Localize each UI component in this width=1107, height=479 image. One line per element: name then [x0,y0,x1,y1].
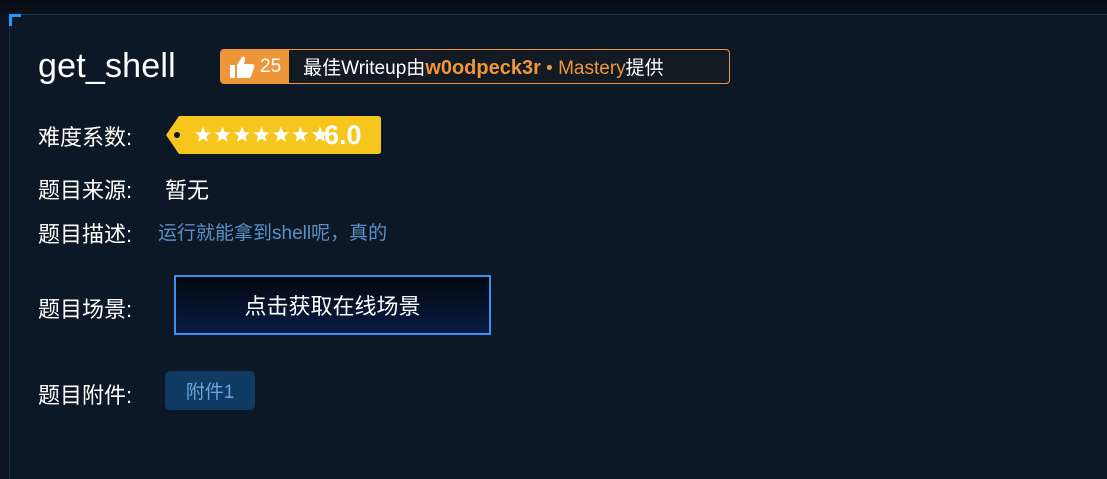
attachments-label: 题目附件: [38,383,133,408]
like-count: 25 [260,55,282,77]
difficulty-value: 6.0 [324,120,362,150]
source-label: 题目来源: [38,178,133,203]
best-writeup-badge[interactable]: 25 最佳Writeup由w0odpeck3r • Mastery提供 [220,49,730,84]
writeup-credit: 最佳Writeup由w0odpeck3r • Mastery提供 [289,53,664,80]
author-rank: Mastery [558,58,626,79]
writeup-suffix: 提供 [625,58,664,79]
writeup-author-link[interactable]: w0odpeck3r [425,57,541,79]
difficulty-label: 难度系数: [38,125,133,150]
like-button[interactable]: 25 [221,50,290,83]
writeup-prefix: 最佳Writeup由 [303,58,426,79]
separator-dot: • [546,58,553,79]
challenge-title: get_shell [38,47,176,85]
attachment-1-button[interactable]: 附件1 [165,371,255,410]
thumbs-up-icon [230,56,255,78]
panel-corner-accent [9,14,21,26]
top-strip [0,0,1107,14]
description-value: 运行就能拿到shell呢，真的 [158,223,388,244]
description-label: 题目描述: [38,222,133,247]
get-online-scene-button[interactable]: 点击获取在线场景 [174,275,491,335]
source-value: 暂无 [165,178,210,203]
scene-label: 题目场景: [38,297,133,322]
